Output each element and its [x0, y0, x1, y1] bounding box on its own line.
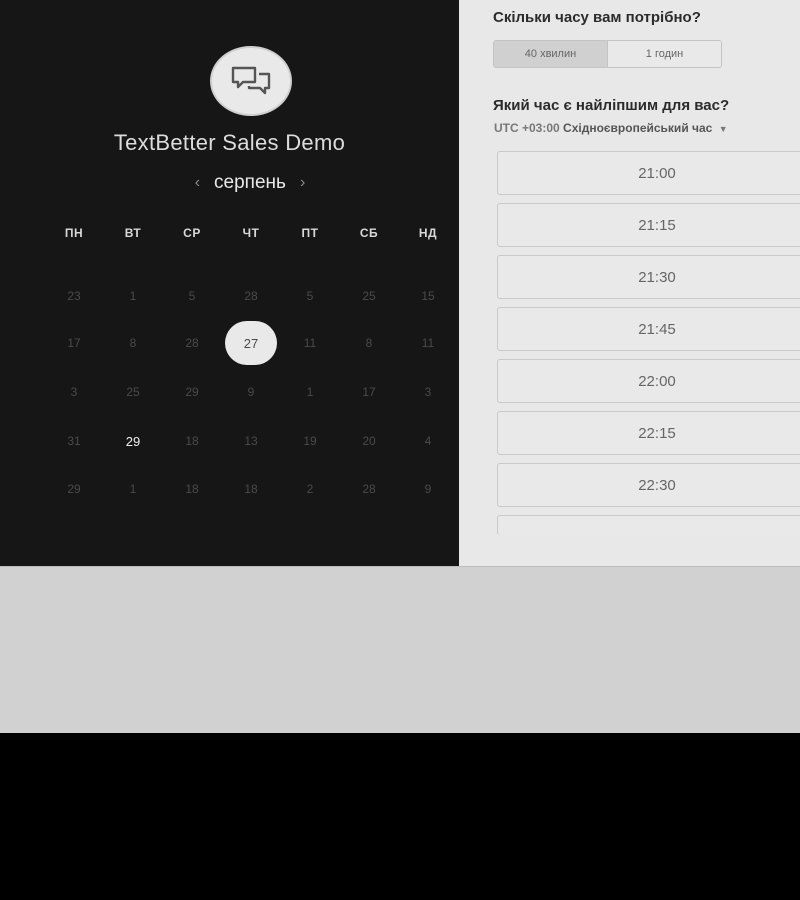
calendar-day: 9 — [247, 385, 255, 399]
month-navigation: ‹ серпень › — [0, 172, 500, 194]
calendar-day: 17 — [67, 336, 81, 350]
scheduler-widget: TextBetter Sales Demo ‹ серпень › ПН ВТ … — [0, 0, 800, 566]
chevron-left-icon[interactable]: ‹ — [195, 174, 200, 192]
calendar-day: 18 — [185, 482, 199, 496]
calendar-day: 3 — [70, 385, 78, 399]
calendar-day: 11 — [421, 336, 435, 350]
duration-option-40min[interactable]: 40 хвилин — [494, 41, 608, 67]
calendar-day: 5 — [306, 289, 314, 303]
time-slot-button[interactable]: 21:45 — [497, 307, 800, 351]
event-logo — [210, 46, 292, 116]
timezone-name: Східноєвропейський час — [563, 121, 713, 135]
calendar-day: 19 — [303, 434, 317, 448]
calendar-day: 1 — [129, 289, 137, 303]
time-slot-label: 22:15 — [638, 424, 676, 442]
calendar-day: 17 — [362, 385, 376, 399]
calendar-day: 25 — [126, 385, 140, 399]
duration-option-1hour[interactable]: 1 годин — [608, 41, 721, 67]
event-title: TextBetter Sales Demo — [113, 130, 346, 155]
calendar-day: 25 — [362, 289, 376, 303]
calendar-day: 31 — [67, 434, 81, 448]
weekday-label: ВТ — [124, 226, 142, 240]
timezone-selector[interactable]: UTC +03:00 Східноєвропейський час ▼ — [494, 121, 728, 135]
weekday-label: СР — [183, 226, 201, 240]
time-slot-label: 22:30 — [638, 476, 676, 494]
calendar-day: 20 — [362, 434, 376, 448]
time-slot-label: 21:00 — [638, 164, 676, 182]
calendar-day: 2 — [306, 482, 314, 496]
time-slot-button[interactable]: 22:15 — [497, 411, 800, 455]
calendar-day: 11 — [303, 336, 317, 350]
time-slot-button[interactable]: 21:00 — [497, 151, 800, 195]
time-slot-button-partial[interactable] — [497, 515, 800, 535]
calendar-day-available[interactable]: 29 — [111, 419, 155, 463]
calendar-day: 29 — [67, 482, 81, 496]
time-slot-button[interactable]: 21:15 — [497, 203, 800, 247]
calendar-day: 4 — [424, 434, 432, 448]
booking-panel: Скільки часу вам потрібно? 40 хвилин 1 г… — [459, 0, 800, 566]
chevron-right-icon[interactable]: › — [300, 174, 305, 192]
calendar-day: 13 — [244, 434, 258, 448]
timezone-offset: UTC +03:00 — [494, 121, 560, 135]
calendar-day: 1 — [129, 482, 137, 496]
calendar-panel: TextBetter Sales Demo ‹ серпень › ПН ВТ … — [0, 0, 459, 566]
time-question: Який час є найліпшим для вас? — [493, 97, 730, 114]
caret-down-icon: ▼ — [718, 124, 728, 134]
calendar-day: 18 — [185, 434, 199, 448]
time-slot-button[interactable]: 22:30 — [497, 463, 800, 507]
page-background-area — [0, 566, 800, 733]
time-slot-label: 21:15 — [638, 216, 676, 234]
time-slot-button[interactable]: 22:00 — [497, 359, 800, 403]
calendar-day: 8 — [129, 336, 137, 350]
time-slot-label: 21:30 — [638, 268, 676, 286]
weekday-label: СБ — [359, 226, 379, 240]
calendar-day: 9 — [424, 482, 432, 496]
chat-bubbles-icon — [231, 66, 271, 95]
calendar-day: 28 — [185, 336, 199, 350]
time-slot-label: 21:45 — [638, 320, 676, 338]
weekday-label: ЧТ — [242, 226, 260, 240]
weekday-label: ПТ — [301, 226, 319, 240]
calendar-day: 8 — [365, 336, 373, 350]
time-slot-label: 22:00 — [638, 372, 676, 390]
calendar-day: 15 — [421, 289, 435, 303]
calendar-day: 23 — [67, 289, 81, 303]
time-slot-button[interactable]: 21:30 — [497, 255, 800, 299]
calendar-day: 28 — [244, 289, 258, 303]
calendar-day: 1 — [306, 385, 314, 399]
calendar-day: 29 — [185, 385, 199, 399]
calendar-day: 18 — [244, 482, 258, 496]
calendar-day: 3 — [424, 385, 432, 399]
calendar-day: 28 — [362, 482, 376, 496]
duration-selector: 40 хвилин 1 годин — [493, 40, 722, 68]
weekday-label: ПН — [64, 226, 84, 240]
calendar-day-selected[interactable]: 27 — [225, 321, 277, 365]
calendar-day: 5 — [188, 289, 196, 303]
weekday-label: НД — [418, 226, 438, 240]
duration-question: Скільки часу вам потрібно? — [493, 9, 701, 26]
month-label: серпень — [214, 172, 286, 193]
